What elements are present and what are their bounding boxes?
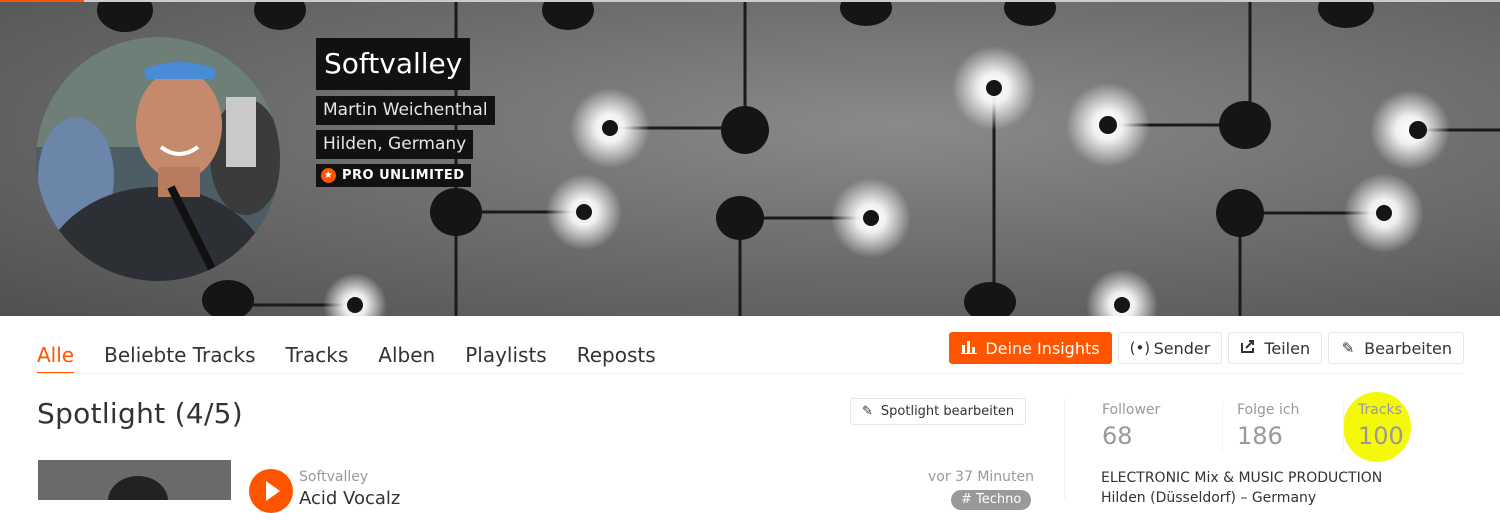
pro-unlimited-badge[interactable]: ★ PRO UNLIMITED <box>316 164 472 187</box>
insights-button[interactable]: Deine Insights <box>949 332 1112 364</box>
insights-label: Deine Insights <box>985 338 1100 358</box>
tab-alben[interactable]: Alben <box>378 338 435 374</box>
stat-tracks-label: Tracks <box>1358 402 1402 418</box>
edit-label: Bearbeiten <box>1364 338 1452 358</box>
stat-followers-value: 68 <box>1102 422 1133 450</box>
spotlight-title: Spotlight (4/5) <box>37 397 244 430</box>
sidebar-divider <box>1064 398 1065 500</box>
stat-following[interactable]: Folge ich 186 <box>1222 402 1299 452</box>
track-artwork-figure <box>108 476 168 500</box>
pencil-icon: ✎ <box>862 404 873 419</box>
stat-tracks[interactable]: Tracks 100 <box>1343 402 1404 452</box>
profile-location: Hilden, Germany <box>316 130 474 159</box>
station-button[interactable]: (•) Sender <box>1117 332 1223 364</box>
track-genre-tag[interactable]: # Techno <box>951 490 1032 510</box>
profile-actions: Deine Insights (•) Sender Teilen ✎ Bearb… <box>949 332 1464 364</box>
bar-chart-icon <box>961 338 978 358</box>
stat-following-label: Folge ich <box>1237 402 1300 418</box>
stat-following-value: 186 <box>1237 422 1283 450</box>
tabs-divider <box>37 373 1464 374</box>
pro-badge-label: PRO UNLIMITED <box>342 168 465 183</box>
stat-followers[interactable]: Follower 68 <box>1088 402 1160 452</box>
tab-playlists[interactable]: Playlists <box>465 338 547 374</box>
tab-reposts[interactable]: Reposts <box>577 338 656 374</box>
avatar-photo <box>36 37 280 281</box>
stat-tracks-value: 100 <box>1358 422 1404 450</box>
profile-display-name: Softvalley <box>316 38 471 90</box>
avatar[interactable] <box>36 37 280 281</box>
edit-profile-button[interactable]: ✎ Bearbeiten <box>1328 332 1464 364</box>
tab-beliebte-tracks[interactable]: Beliebte Tracks <box>104 338 255 374</box>
edit-spotlight-label: Spotlight bearbeiten <box>880 404 1015 419</box>
track-uploader[interactable]: Softvalley <box>299 469 368 485</box>
star-icon: ★ <box>321 168 336 183</box>
bio-line-1: ELECTRONIC Mix & MUSIC PRODUCTION <box>1101 470 1383 486</box>
top-divider <box>84 0 1500 2</box>
play-button[interactable] <box>249 469 293 513</box>
bio-line-2: Hilden (Düsseldorf) – Germany <box>1101 490 1317 506</box>
pencil-icon: ✎ <box>1341 339 1355 357</box>
edit-spotlight-button[interactable]: ✎ Spotlight bearbeiten <box>850 398 1027 425</box>
tab-alle[interactable]: Alle <box>37 338 75 374</box>
track-title[interactable]: Acid Vocalz <box>299 488 400 509</box>
profile-real-name: Martin Weichenthal <box>316 96 495 125</box>
track-artwork[interactable] <box>38 460 231 500</box>
top-accent-bar <box>0 0 84 2</box>
share-button[interactable]: Teilen <box>1228 332 1323 364</box>
broadcast-icon: (•) <box>1129 339 1151 357</box>
share-icon <box>1240 338 1256 358</box>
share-label: Teilen <box>1264 338 1311 358</box>
tab-tracks[interactable]: Tracks <box>286 338 349 374</box>
station-label: Sender <box>1153 338 1211 358</box>
stat-followers-label: Follower <box>1102 402 1161 418</box>
track-timestamp: vor 37 Minuten <box>928 469 1035 485</box>
profile-tabs: Alle Beliebte Tracks Tracks Alben Playli… <box>37 338 656 374</box>
